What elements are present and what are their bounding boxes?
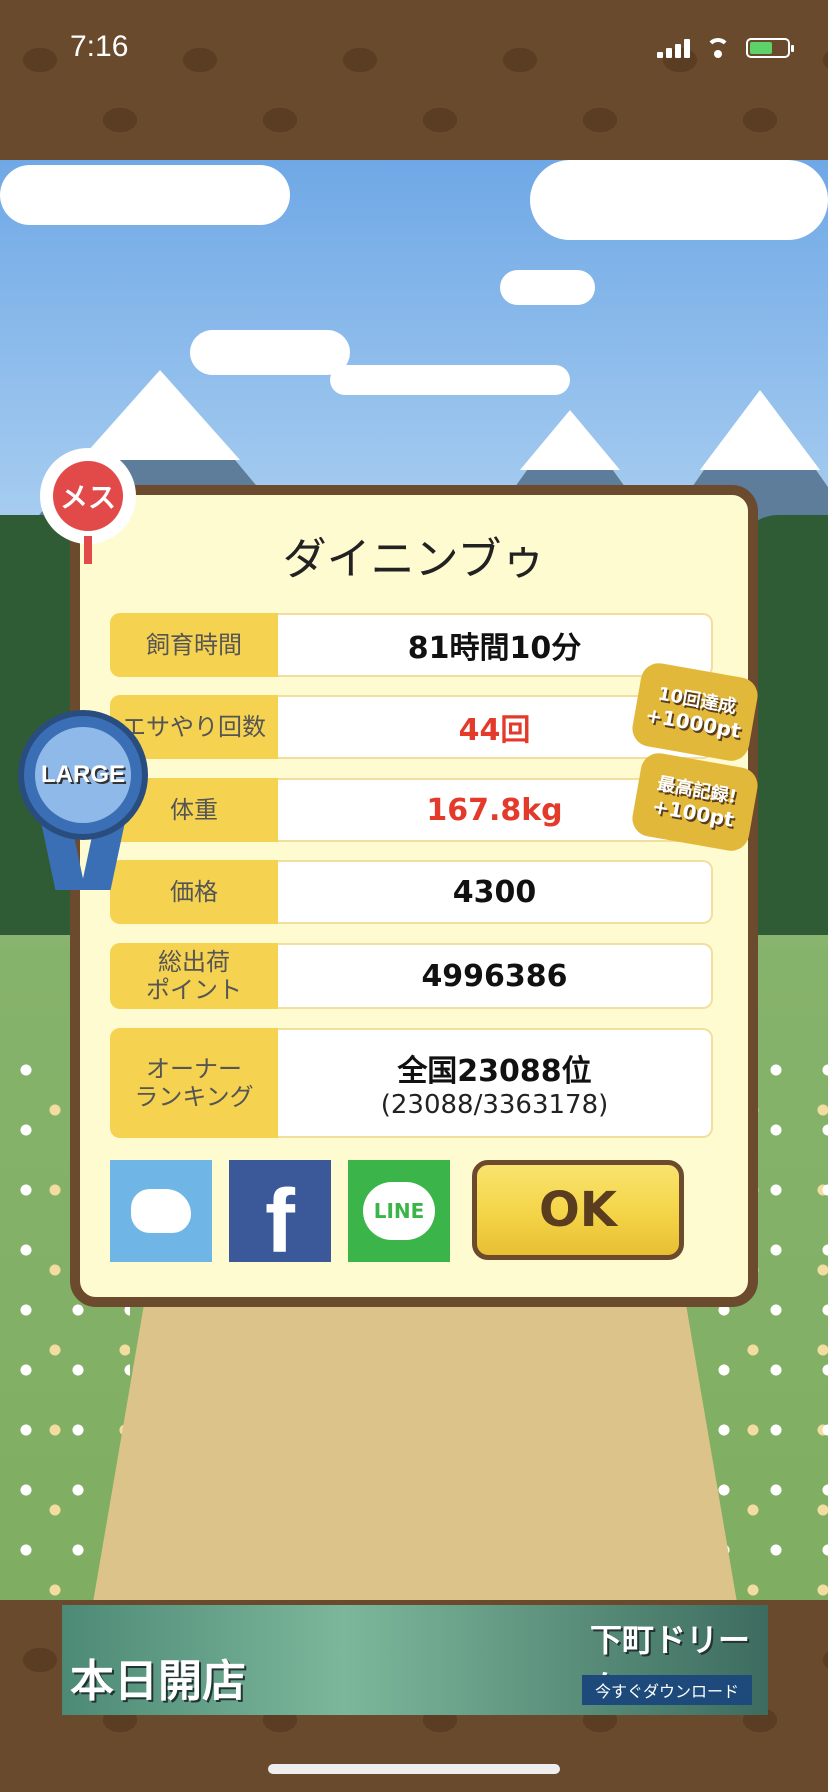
stat-row-rearing-time: 飼育時間 81時間10分 bbox=[110, 613, 713, 677]
ranking-value: 全国23088位 bbox=[397, 1054, 592, 1089]
battery-icon bbox=[746, 38, 794, 58]
stat-label: オーナー ランキング bbox=[110, 1028, 278, 1138]
ranking-detail: (23088/3363178) bbox=[380, 1090, 609, 1120]
cloud bbox=[330, 365, 570, 395]
ok-button[interactable]: OK bbox=[472, 1160, 684, 1260]
stat-row-weight: 体重 167.8kg bbox=[110, 778, 713, 842]
ad-download-button[interactable]: 今すぐダウンロード bbox=[582, 1675, 752, 1705]
facebook-icon: f bbox=[265, 1171, 295, 1272]
stat-row-price: 価格 4300 bbox=[110, 860, 713, 924]
status-icons bbox=[657, 38, 794, 58]
ad-left-text: 本日開店 bbox=[70, 1656, 246, 1707]
cloud bbox=[500, 270, 595, 305]
status-bar: 7:16 bbox=[0, 0, 828, 100]
stat-row-feed-count: エサやり回数 44回 bbox=[110, 695, 713, 759]
facebook-share-button[interactable]: f bbox=[229, 1160, 331, 1272]
ad-banner[interactable]: 本日開店 下町ドリーム 今すぐダウンロード bbox=[62, 1605, 768, 1715]
twitter-share-button[interactable] bbox=[110, 1160, 212, 1262]
female-badge: メス bbox=[40, 448, 136, 564]
stat-value: 4300 bbox=[278, 860, 713, 924]
ribbon-disk: LARGE bbox=[18, 710, 148, 840]
stat-label: 飼育時間 bbox=[110, 613, 278, 677]
pig-name-title: ダイニンブゥ bbox=[282, 534, 546, 585]
mountain-snow bbox=[700, 390, 820, 470]
line-icon: LINE bbox=[363, 1182, 435, 1240]
stat-row-owner-ranking: オーナー ランキング 全国23088位 (23088/3363178) bbox=[110, 1028, 713, 1138]
stat-row-total-points: 総出荷 ポイント 4996386 bbox=[110, 943, 713, 1009]
stat-value: 4996386 bbox=[278, 943, 713, 1009]
size-label: LARGE bbox=[35, 727, 131, 823]
cloud bbox=[530, 160, 828, 240]
mountain-snow bbox=[80, 370, 240, 460]
status-time: 7:16 bbox=[70, 30, 129, 63]
stat-label: 総出荷 ポイント bbox=[110, 943, 278, 1009]
stat-value-group: 全国23088位 (23088/3363178) bbox=[278, 1028, 713, 1138]
size-ribbon-badge: LARGE bbox=[18, 710, 148, 890]
cloud bbox=[190, 330, 350, 375]
twitter-icon bbox=[131, 1189, 191, 1233]
home-indicator[interactable] bbox=[268, 1764, 560, 1774]
signal-icon bbox=[657, 38, 690, 58]
wifi-icon bbox=[704, 38, 732, 58]
female-symbol-stem bbox=[84, 536, 92, 564]
mountain-snow bbox=[520, 410, 620, 470]
cloud bbox=[0, 165, 290, 225]
line-share-button[interactable]: LINE bbox=[348, 1160, 450, 1262]
female-icon: メス bbox=[53, 461, 123, 531]
